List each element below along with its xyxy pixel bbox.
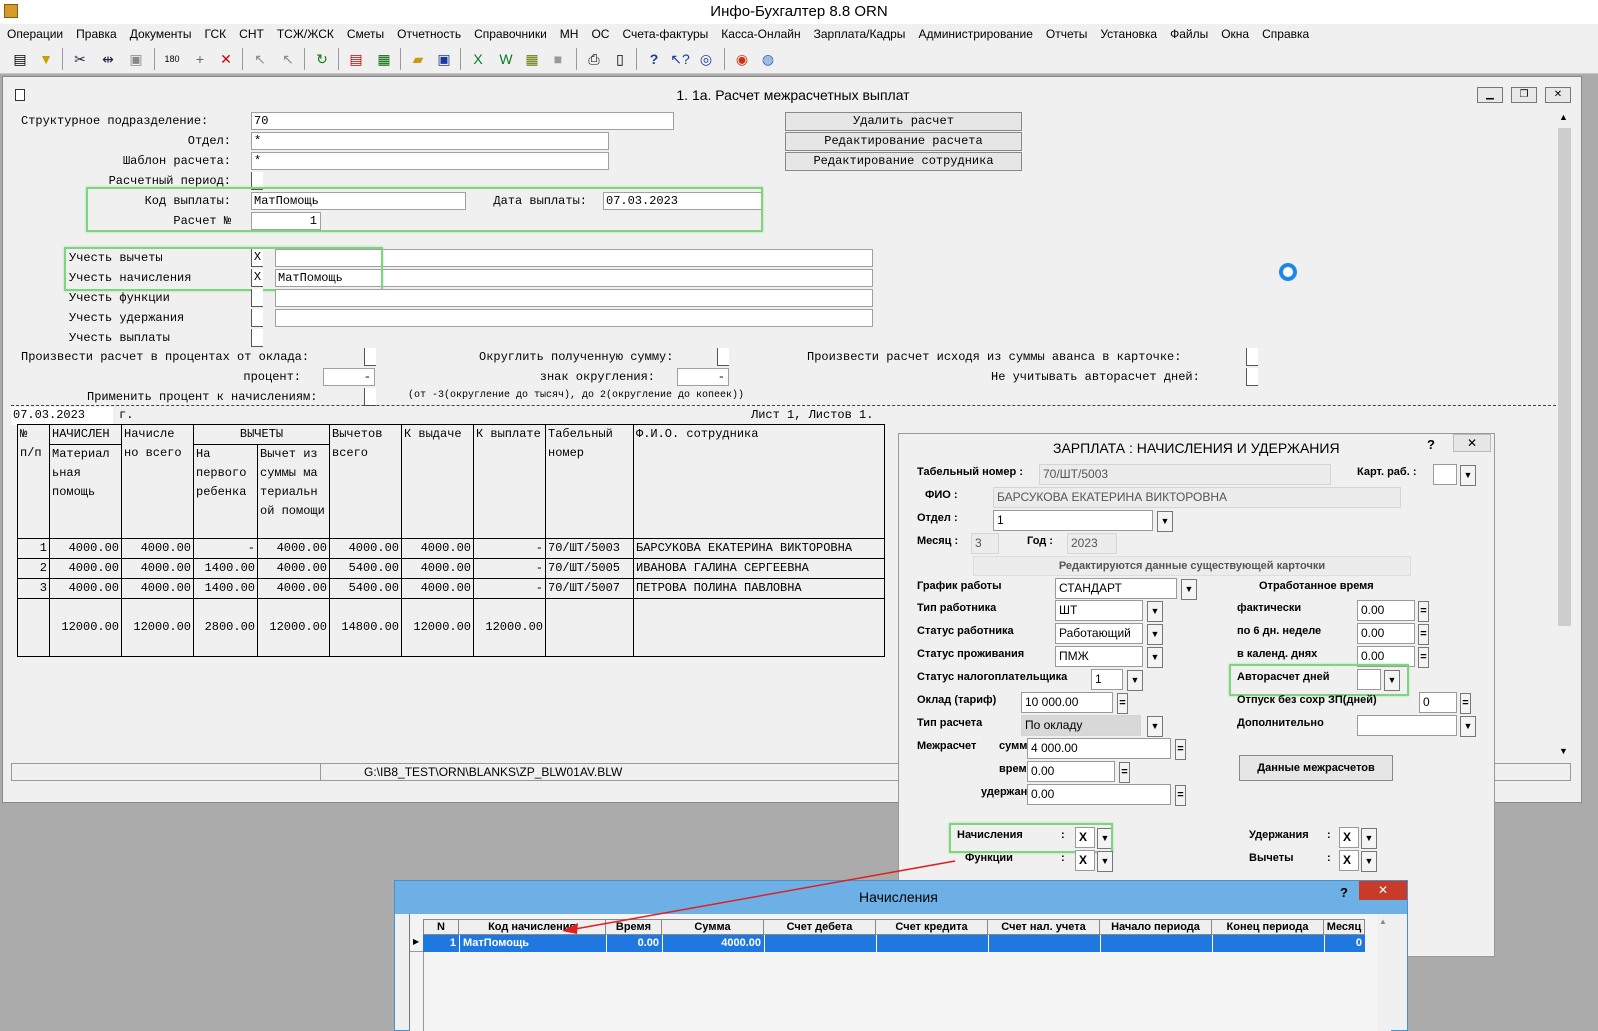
annotation-arrow [562, 860, 956, 934]
